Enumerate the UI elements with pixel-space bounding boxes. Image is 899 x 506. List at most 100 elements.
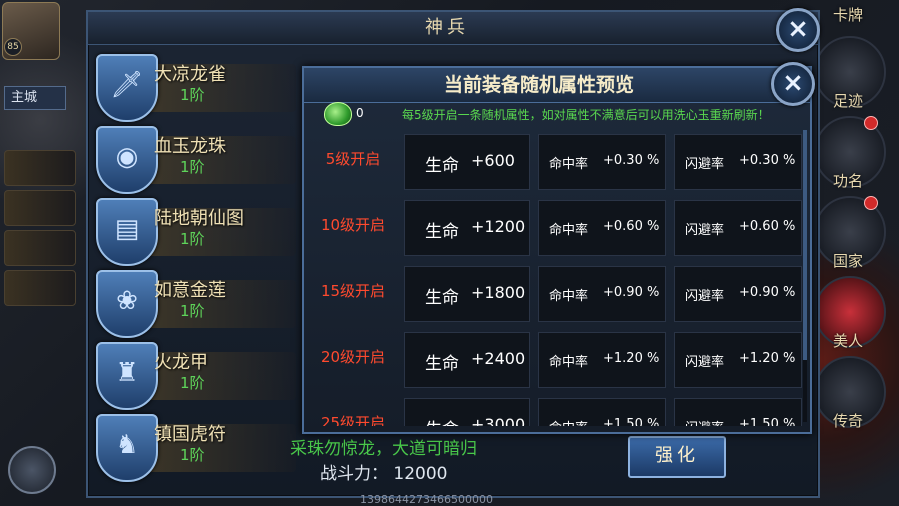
scroll-thumb[interactable] — [803, 130, 807, 360]
dodge-cell: 闪避率 +1.50 % — [674, 398, 802, 426]
panel-title: 神兵 — [425, 17, 469, 38]
weapon-tier: 1阶 — [180, 374, 205, 392]
jade-gem-icon — [324, 102, 352, 126]
player-level-badge: 85 — [4, 38, 22, 56]
attr-value: +0.30 % — [739, 153, 796, 168]
attr-key: 命中率 — [549, 157, 589, 172]
orb-icon: ◉ — [96, 126, 158, 194]
popup-close-button[interactable]: × — [771, 62, 815, 106]
attr-key: 生命 — [425, 415, 459, 426]
attr-key: 生命 — [425, 354, 459, 374]
left-list-item[interactable] — [4, 230, 76, 266]
attr-value: +1.50 % — [603, 417, 660, 426]
attr-key: 闪避率 — [685, 289, 725, 304]
attr-value: +600 — [471, 151, 515, 170]
popup-header: 当前装备随机属性预览 — [304, 68, 810, 103]
refresh-hint: 每5级开启一条随机属性，如对属性不满意后可以用洗心玉重新刷新！ — [402, 108, 770, 122]
attr-key: 闪避率 — [685, 223, 725, 238]
channel-select[interactable]: 主城 — [4, 86, 66, 110]
weapon-tier: 1阶 — [180, 86, 205, 104]
hit-cell: 命中率 +0.30 % — [538, 134, 666, 190]
attr-value: +1200 — [471, 217, 526, 236]
unlock-level: 10级开启 — [320, 216, 386, 234]
attribute-row: 20级开启 生命 +2400 命中率 +1.20 % 闪避率 +1.20 % — [308, 328, 802, 388]
weapon-name: 陆地朝仙图 — [154, 208, 244, 229]
hit-cell: 命中率 +1.20 % — [538, 332, 666, 388]
hp-cell: 生命 +3000 — [404, 398, 530, 426]
hud-label-beauty: 美人 — [832, 332, 863, 350]
attribute-row: 10级开启 生命 +1200 命中率 +0.60 % 闪避率 +0.60 % — [308, 196, 802, 256]
attr-value: +0.60 % — [603, 219, 660, 234]
attr-key: 命中率 — [549, 289, 589, 304]
left-hud: 85 主城 — [0, 0, 90, 506]
attr-value: +1.20 % — [603, 351, 660, 366]
armor-icon: ♜ — [96, 342, 158, 410]
attribute-list[interactable]: 5级开启 生命 +600 命中率 +0.30 % 闪避率 +0.30 % 10级开启 … — [308, 130, 802, 426]
attribute-row: 5级开启 生命 +600 命中率 +0.30 % 闪避率 +0.30 % — [308, 130, 802, 190]
bottom-id-text: 1398644273466500000 — [360, 493, 493, 506]
dodge-cell: 闪避率 +0.30 % — [674, 134, 802, 190]
attr-key: 命中率 — [549, 417, 588, 426]
attr-value: +2400 — [471, 349, 526, 368]
hit-cell: 命中率 +1.50 % — [538, 398, 666, 426]
weapon-tier: 1阶 — [180, 158, 205, 176]
gem-count: 0 — [356, 106, 364, 120]
hp-cell: 生命 +1800 — [404, 266, 530, 322]
weapon-name: 如意金莲 — [154, 280, 226, 301]
attr-key: 闪避率 — [685, 355, 725, 370]
lotus-icon: ❀ — [96, 270, 158, 338]
hud-label-card: 卡牌 — [832, 6, 863, 24]
attr-value: +0.30 % — [603, 153, 660, 168]
dodge-cell: 闪避率 +1.20 % — [674, 332, 802, 388]
hud-label-footprint: 足迹 — [832, 92, 863, 110]
scroll-icon: ▤ — [96, 198, 158, 266]
hit-cell: 命中率 +0.90 % — [538, 266, 666, 322]
left-list-item[interactable] — [4, 150, 76, 186]
sword-icon: 🗡 — [96, 54, 158, 122]
hud-label-merit: 功名 — [832, 172, 863, 190]
weapon-tier: 1阶 — [180, 302, 205, 320]
combat-power: 战斗力： 12000 — [320, 464, 448, 484]
dodge-cell: 闪避率 +0.90 % — [674, 266, 802, 322]
weapon-tier: 1阶 — [180, 230, 205, 248]
attr-value: +1.50 % — [739, 417, 796, 426]
attr-key: 生命 — [425, 222, 459, 242]
random-attribute-preview-popup: 当前装备随机属性预览 0 每5级开启一条随机属性，如对属性不满意后可以用洗心玉重… — [302, 66, 812, 434]
attribute-row: 15级开启 生命 +1800 命中率 +0.90 % 闪避率 +0.90 % — [308, 262, 802, 322]
wing-icon[interactable] — [8, 446, 56, 494]
attr-value: +1800 — [471, 283, 526, 302]
popup-title: 当前装备随机属性预览 — [443, 74, 634, 96]
unlock-level: 20级开启 — [320, 348, 386, 366]
dodge-cell: 闪避率 +0.60 % — [674, 200, 802, 256]
hp-cell: 生命 +2400 — [404, 332, 530, 388]
hp-cell: 生命 +600 — [404, 134, 530, 190]
attribute-list-scrollbar[interactable] — [803, 130, 807, 422]
unlock-level: 25级开启 — [320, 414, 386, 426]
hud-label-legend: 传奇 — [832, 412, 863, 430]
weapon-name: 血玉龙珠 — [154, 136, 226, 157]
attr-key: 命中率 — [549, 223, 589, 238]
weapon-item[interactable]: ▤ 陆地朝仙图 1阶 — [96, 198, 296, 266]
notification-dot — [864, 196, 878, 210]
weapon-item[interactable]: ♞ 镇国虎符 1阶 — [96, 414, 296, 482]
main-close-button[interactable]: × — [776, 8, 820, 52]
tiger-tally-icon: ♞ — [96, 414, 158, 482]
left-list-item[interactable] — [4, 270, 76, 306]
weapon-item[interactable]: ◉ 血玉龙珠 1阶 — [96, 126, 296, 194]
attr-key: 生命 — [425, 156, 459, 176]
attribute-row: 25级开启 生命 +3000 命中率 +1.50 % 闪避率 +1.50 % — [308, 394, 802, 426]
attr-value: +3000 — [471, 415, 526, 426]
hp-cell: 生命 +1200 — [404, 200, 530, 256]
weapon-item[interactable]: ♜ 火龙甲 1阶 — [96, 342, 296, 410]
attr-value: +0.90 % — [739, 285, 796, 300]
attr-key: 闪避率 — [685, 157, 725, 172]
weapon-item[interactable]: ❀ 如意金莲 1阶 — [96, 270, 296, 338]
weapon-motto: 采珠勿惊龙，大道可暗归 — [290, 439, 477, 459]
weapon-name: 火龙甲 — [154, 352, 208, 373]
weapon-item[interactable]: 🗡 大凉龙雀 1阶 — [96, 54, 296, 122]
left-list-item[interactable] — [4, 190, 76, 226]
enhance-button[interactable]: 强化 — [628, 436, 726, 478]
attr-key: 生命 — [425, 288, 459, 308]
attr-key: 命中率 — [549, 355, 589, 370]
weapon-name: 大凉龙雀 — [154, 64, 226, 85]
